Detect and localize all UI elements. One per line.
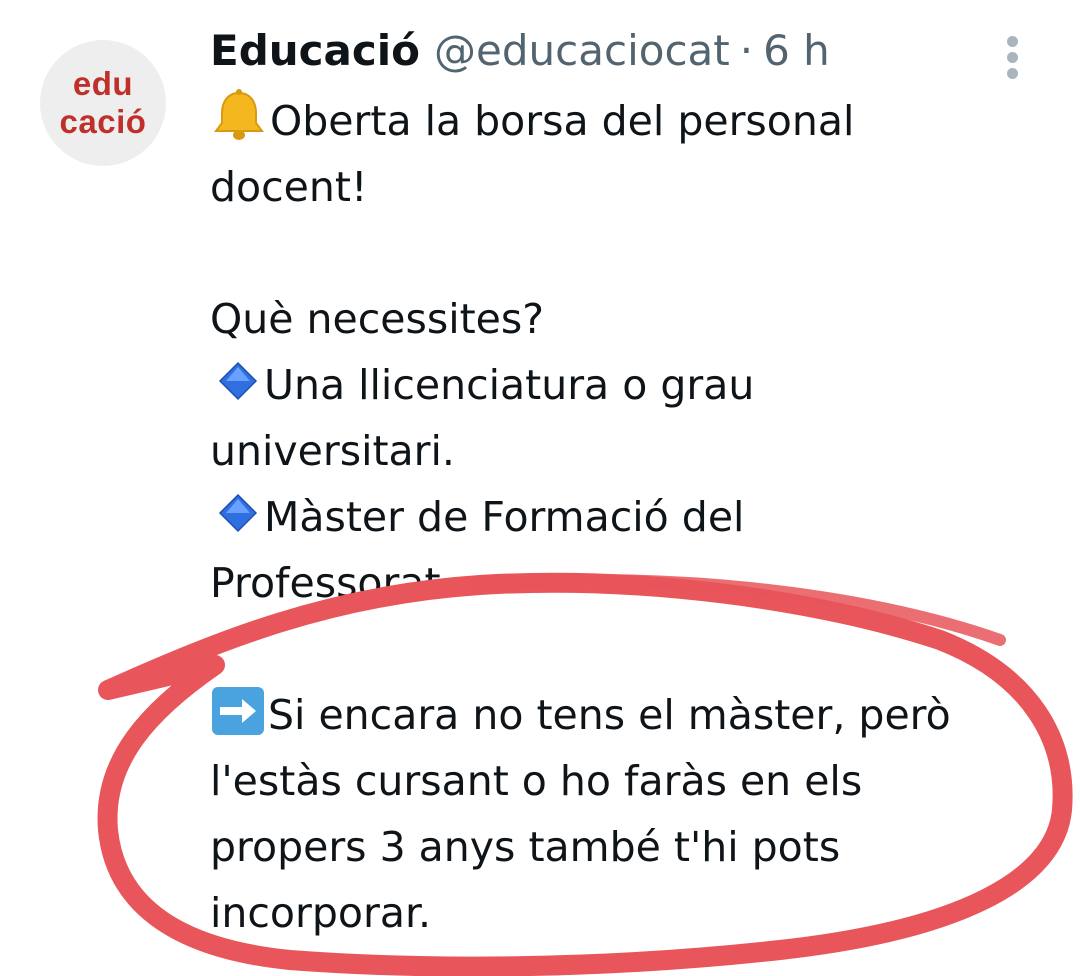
header-separator: · (739, 25, 754, 75)
tweet-line: Màster de Formació del (210, 484, 1030, 550)
display-name[interactable]: Educació (210, 26, 420, 75)
avatar[interactable]: edu cació (40, 40, 166, 166)
right-arrow-icon (212, 687, 264, 735)
tweet-line-text: Una llicenciatura o grau (264, 361, 755, 409)
tweet-header: Educació @educaciocat · 6 h (210, 22, 830, 78)
avatar-logo-line2: cació (59, 103, 147, 140)
user-handle[interactable]: @educaciocat (434, 26, 730, 75)
tweet-line: Professorat. (210, 559, 454, 607)
avatar-logo-line1: edu (72, 65, 134, 102)
tweet-line: incorporar. (210, 889, 432, 937)
tweet-line: l'estàs cursant o ho faràs en els (210, 757, 863, 805)
blue-diamond-icon (218, 361, 258, 401)
bell-icon (214, 89, 264, 140)
tweet-line: Una llicenciatura o grau (210, 352, 1030, 418)
tweet-line: propers 3 anys també t'hi pots (210, 823, 841, 871)
tweet-line-text: Màster de Formació del (264, 493, 745, 541)
tweet-line: Si encara no tens el màster, però (210, 682, 1030, 748)
blue-diamond-icon (218, 493, 258, 533)
timestamp[interactable]: 6 h (763, 26, 830, 75)
tweet-line: Oberta la borsa del personal (210, 88, 1030, 154)
tweet-line: docent! (210, 163, 368, 211)
tweet-line: Què necessites? (210, 295, 545, 343)
tweet-line-text: Si encara no tens el màster, però (268, 691, 951, 739)
avatar-logo: edu cació (60, 65, 147, 141)
tweet-line-text: Oberta la borsa del personal (270, 97, 855, 145)
more-options-icon[interactable] (1000, 36, 1026, 80)
tweet-text: Oberta la borsa del personal docent! Què… (210, 88, 1030, 946)
tweet-line: universitari. (210, 427, 455, 475)
